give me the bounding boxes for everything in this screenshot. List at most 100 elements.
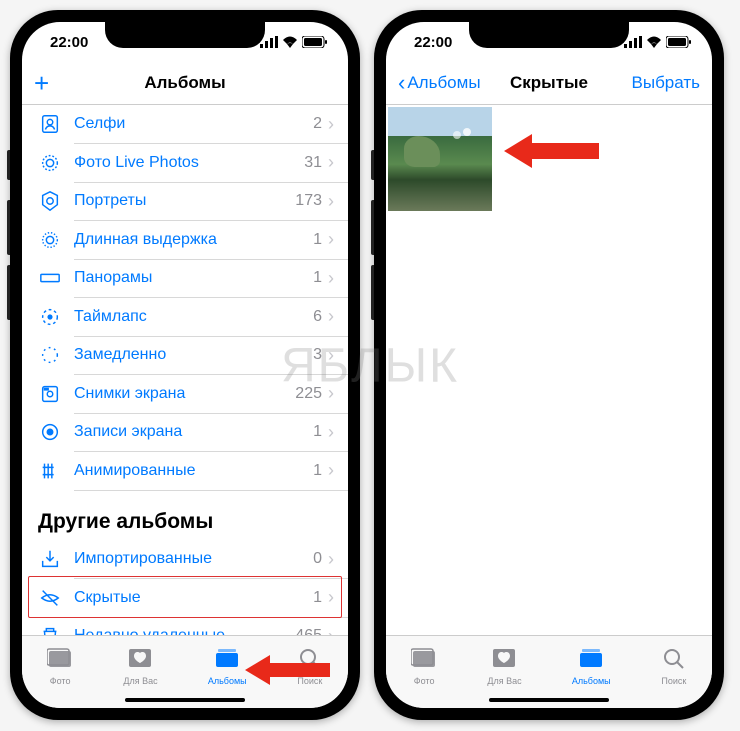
tab-label: Поиск (297, 676, 322, 686)
portraits-icon (36, 190, 64, 212)
album-row-selfie[interactable]: Селфи 2 › (22, 105, 348, 144)
album-row-screenshots[interactable]: Снимки экрана 225 › (22, 375, 348, 414)
album-row-timelapse[interactable]: Таймлапс 6 › (22, 298, 348, 337)
tab-albums[interactable]: Альбомы (572, 647, 611, 686)
tab-foryou[interactable]: Для Вас (123, 647, 157, 686)
photos-tab-icon (411, 647, 437, 674)
album-count: 225 (295, 385, 322, 403)
chevron-right-icon: › (328, 383, 334, 404)
chevron-right-icon: › (328, 345, 334, 366)
album-label: Таймлапс (74, 308, 147, 326)
screenshots-icon (36, 383, 64, 405)
battery-icon (302, 36, 328, 48)
wifi-icon (646, 36, 662, 48)
tab-label: Альбомы (208, 676, 247, 686)
chevron-right-icon: › (328, 549, 334, 570)
chevron-right-icon: › (328, 114, 334, 135)
album-row-screenrec[interactable]: Записи экрана1› (22, 413, 348, 452)
album-label: Импортированные (74, 550, 212, 568)
other-albums-header: Другие альбомы (22, 490, 348, 540)
notch (469, 22, 629, 48)
chevron-right-icon: › (328, 229, 334, 250)
album-label: Длинная выдержка (74, 231, 217, 249)
chevron-right-icon: › (328, 152, 334, 173)
album-row-imported[interactable]: Импортированные 0 › (22, 540, 348, 579)
home-indicator[interactable] (489, 698, 609, 702)
selfie-icon (36, 113, 64, 135)
album-row-animated[interactable]: Анимированные 1 › (22, 452, 348, 491)
albums-tab-icon (214, 647, 240, 674)
status-time: 22:00 (414, 34, 452, 51)
foryou-tab-icon (491, 647, 517, 674)
phone-left: 22:00 + Альбомы Селфи 2 › Фото Live Photos 3… (10, 10, 360, 720)
search-tab-icon (297, 647, 323, 674)
album-label: Фото Live Photos (74, 154, 199, 172)
chevron-right-icon: › (328, 460, 334, 481)
select-button[interactable]: Выбрать (632, 73, 700, 93)
album-row-livephotos[interactable]: Фото Live Photos 31 › (22, 144, 348, 183)
panoramas-icon (36, 267, 64, 289)
album-label: Снимки экрана (74, 385, 185, 403)
album-count: 1 (313, 423, 322, 441)
album-count: 1 (313, 589, 322, 607)
chevron-right-icon: › (328, 626, 334, 635)
album-count: 173 (295, 192, 322, 210)
back-label: Альбомы (407, 73, 480, 93)
album-row-hidden[interactable]: Скрытые 1 › (22, 579, 348, 618)
add-button[interactable]: + (34, 68, 49, 99)
tab-label: Альбомы (572, 676, 611, 686)
tab-label: Поиск (661, 676, 686, 686)
back-button[interactable]: ‹ Альбомы (398, 70, 481, 96)
album-label: Анимированные (74, 462, 195, 480)
album-row-slomo[interactable]: Замедленно3› (22, 336, 348, 375)
photos-tab-icon (47, 647, 73, 674)
chevron-right-icon: › (328, 306, 334, 327)
nav-title: Альбомы (22, 73, 348, 93)
screenrec-icon (36, 421, 64, 443)
tab-photos[interactable]: Фото (47, 647, 73, 686)
status-time: 22:00 (50, 34, 88, 51)
chevron-right-icon: › (328, 587, 334, 608)
album-label: Записи экрана (74, 423, 182, 441)
album-count: 31 (304, 154, 322, 172)
foryou-tab-icon (127, 647, 153, 674)
album-count: 2 (313, 115, 322, 133)
photo-grid (386, 105, 712, 635)
hidden-icon (36, 587, 64, 609)
albums-tab-icon (578, 647, 604, 674)
longexposure-icon (36, 229, 64, 251)
album-row-panoramas[interactable]: Панорамы1› (22, 259, 348, 298)
tab-label: Фото (414, 676, 435, 686)
notch (105, 22, 265, 48)
back-chevron-icon: ‹ (398, 70, 405, 96)
tab-label: Для Вас (123, 676, 157, 686)
search-tab-icon (661, 647, 687, 674)
deleted-icon (36, 625, 64, 635)
album-count: 1 (313, 462, 322, 480)
phone-right: 22:00 ‹ Альбомы Скрытые Выбрать ФотоДля … (374, 10, 724, 720)
album-row-deleted[interactable]: Недавно удаленные 465 › (22, 617, 348, 635)
album-count: 6 (313, 308, 322, 326)
tab-foryou[interactable]: Для Вас (487, 647, 521, 686)
tab-search[interactable]: Поиск (297, 647, 323, 686)
animated-icon (36, 460, 64, 482)
home-indicator[interactable] (125, 698, 245, 702)
album-count: 465 (295, 627, 322, 635)
album-row-portraits[interactable]: Портреты173› (22, 182, 348, 221)
album-label: Недавно удаленные (74, 627, 225, 635)
photo-thumbnail[interactable] (388, 107, 492, 211)
album-label: Селфи (74, 115, 125, 133)
album-count: 0 (313, 550, 322, 568)
chevron-right-icon: › (328, 268, 334, 289)
battery-icon (666, 36, 692, 48)
tab-search[interactable]: Поиск (661, 647, 687, 686)
album-label: Скрытые (74, 589, 141, 607)
tab-photos[interactable]: Фото (411, 647, 437, 686)
album-count: 3 (313, 346, 322, 364)
tab-albums[interactable]: Альбомы (208, 647, 247, 686)
nav-bar: + Альбомы (22, 62, 348, 105)
imported-icon (36, 548, 64, 570)
tab-label: Для Вас (487, 676, 521, 686)
album-label: Портреты (74, 192, 146, 210)
album-row-longexposure[interactable]: Длинная выдержка1› (22, 221, 348, 260)
